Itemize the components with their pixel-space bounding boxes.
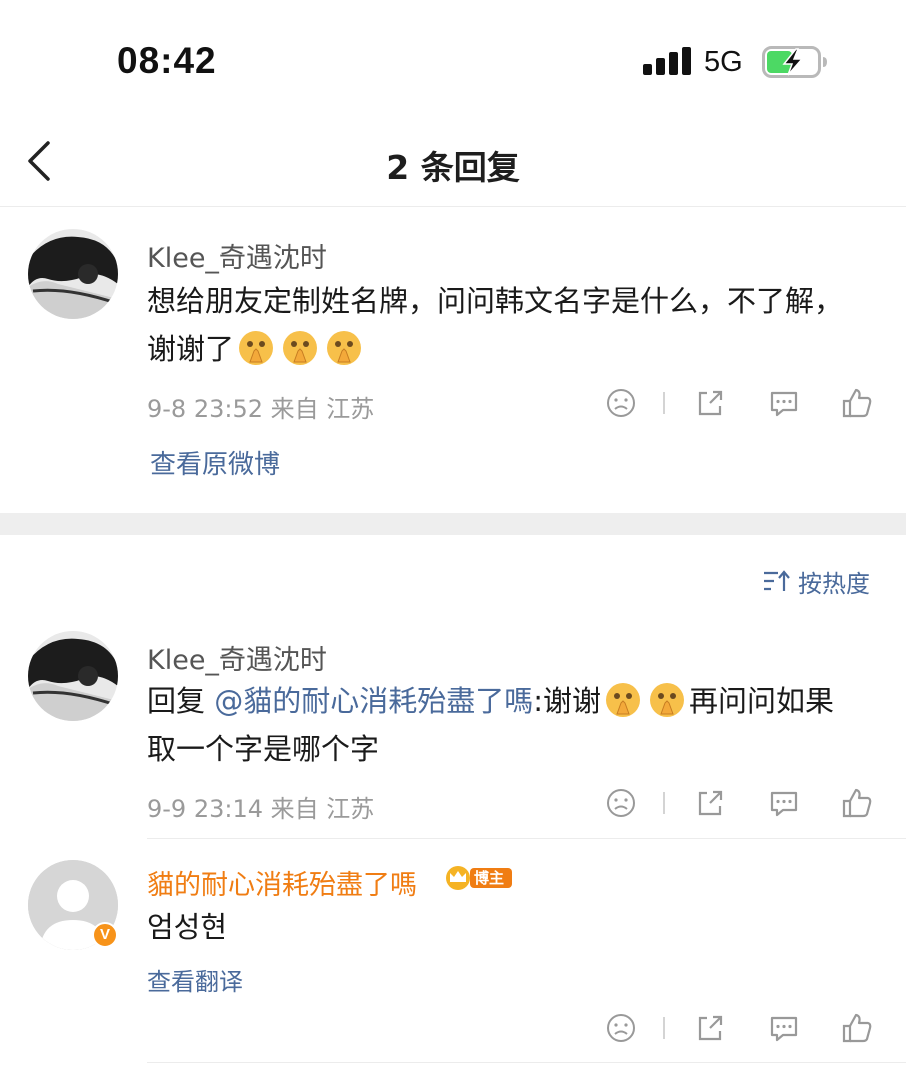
comment-icon[interactable] (767, 786, 801, 820)
like-icon[interactable] (840, 1011, 874, 1045)
avatar[interactable] (28, 631, 118, 721)
divider (663, 792, 665, 814)
nav-bar: 2 条回复 (0, 115, 906, 207)
comment-meta: 9-8 23:52 来自 江苏 (147, 395, 375, 423)
pray-face-emoji (283, 331, 318, 365)
battery-charging-icon (762, 46, 827, 78)
share-icon[interactable] (693, 1011, 727, 1045)
pray-face-emoji (606, 683, 641, 717)
pray-face-emoji (650, 683, 685, 717)
comment-icon[interactable] (767, 1011, 801, 1045)
status-bar: 08:42 5G (0, 0, 906, 115)
divider (147, 838, 906, 839)
page-title: 2 条回复 (386, 148, 520, 187)
user-photo (28, 631, 118, 721)
comment-text: 想给朋友定制姓名牌，问问韩文名字是什么，不了解，谢谢了 (147, 277, 857, 373)
like-icon[interactable] (840, 386, 874, 420)
view-translation-link[interactable]: 查看翻译 (147, 962, 243, 997)
sort-icon (764, 570, 790, 591)
pray-face-emoji (239, 331, 274, 365)
divider (147, 1062, 906, 1063)
reply-actions (600, 1011, 880, 1047)
blogger-badge-label: 博主 (474, 869, 505, 887)
reply-actions (600, 786, 880, 822)
reply-text: 엄성현 (147, 910, 228, 944)
reply-prefix: 回复 (147, 684, 215, 718)
divider (663, 392, 665, 414)
signal-icon (643, 47, 691, 75)
dislike-icon[interactable] (604, 786, 638, 820)
status-time: 08:42 (117, 40, 217, 81)
sort-button[interactable]: 按热度 (762, 565, 870, 598)
user-photo (28, 229, 118, 319)
reply-meta: 9-9 23:14 来自 江苏 (147, 795, 375, 823)
comment-actions (600, 386, 880, 422)
reply-body-a: :谢谢 (533, 684, 602, 718)
divider (663, 1017, 665, 1039)
view-original-link[interactable]: 查看原微博 (150, 444, 280, 481)
dislike-icon[interactable] (604, 386, 638, 420)
network-type: 5G (704, 46, 743, 78)
username[interactable]: 貓的耐心消耗殆盡了嗎 (147, 863, 417, 902)
username[interactable]: Klee_奇遇沈时 (147, 236, 327, 275)
share-icon[interactable] (693, 386, 727, 420)
avatar[interactable] (28, 229, 118, 319)
like-icon[interactable] (840, 786, 874, 820)
reply-text: 回复 @貓的耐心消耗殆盡了嗎:谢谢 再问问如果取一个字是哪个字 (147, 677, 857, 773)
section-divider (0, 513, 906, 535)
dislike-icon[interactable] (604, 1011, 638, 1045)
share-icon[interactable] (693, 786, 727, 820)
emoji-group (234, 331, 366, 366)
sort-label: 按热度 (798, 569, 870, 598)
comment-icon[interactable] (767, 386, 801, 420)
mention-link[interactable]: @貓的耐心消耗殆盡了嗎 (214, 684, 533, 718)
verified-badge: V (92, 922, 118, 948)
pray-face-emoji (327, 331, 362, 365)
username[interactable]: Klee_奇遇沈时 (147, 638, 327, 677)
